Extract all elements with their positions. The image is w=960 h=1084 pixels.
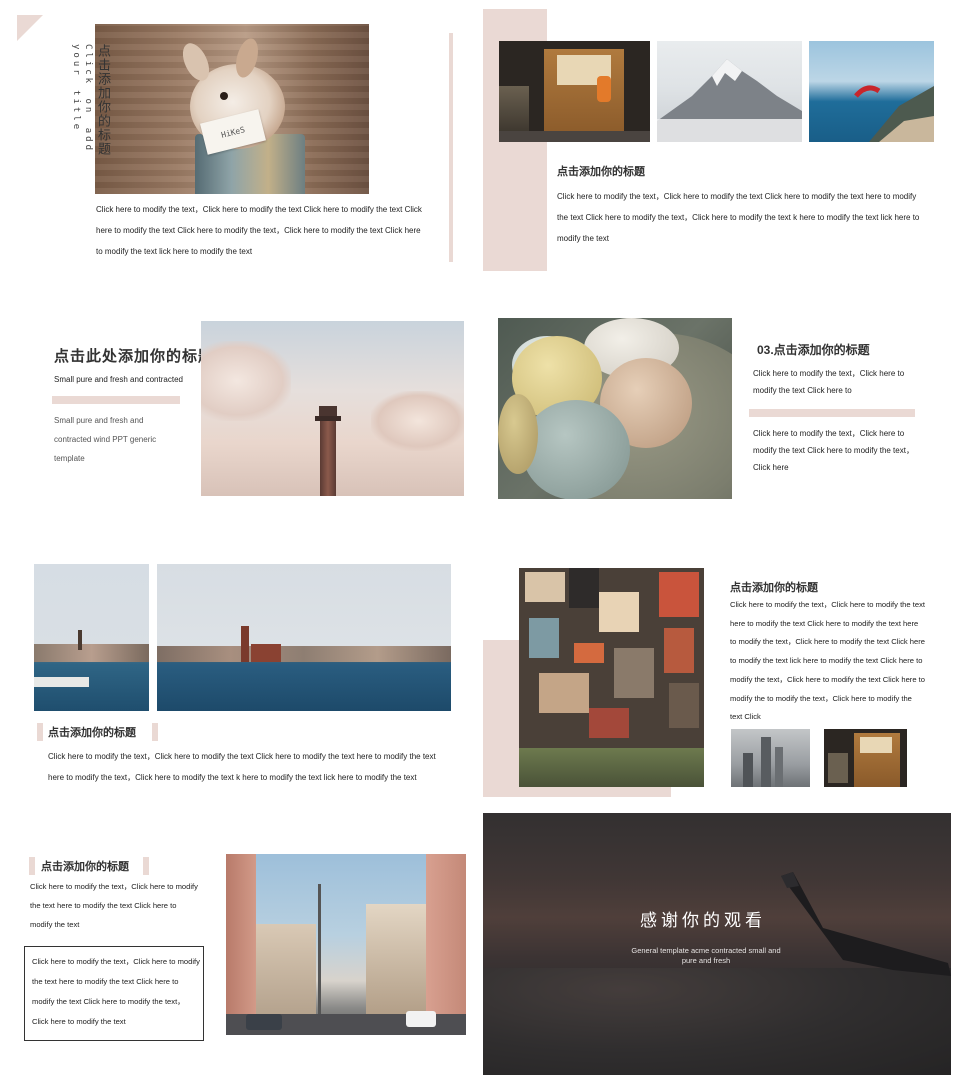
slide8-subtitle: General template acme contracted small a… (631, 946, 781, 965)
harbor-photo-right (157, 564, 451, 711)
city-skyline-photo (731, 729, 810, 787)
slide1-body: Click here to modify the text，Click here… (96, 205, 422, 256)
slide3-body: Small pure and fresh and contracted wind… (54, 416, 157, 463)
paraglider-photo (809, 41, 934, 142)
mountain-photo (657, 41, 802, 142)
slide7-title-bar-left (29, 857, 35, 875)
slide7-title: 点击添加你的标题 (41, 861, 129, 873)
slide5-body: Click here to modify the text，Click here… (48, 752, 436, 782)
slide5-title-bar-right (152, 723, 158, 741)
slide4-body-1: Click here to modify the text，Click here… (753, 369, 905, 395)
market-stall-thumb (824, 729, 907, 787)
slide1-title-vertical: 点击添加你的标题 (96, 44, 111, 156)
slide4-title: 03.点击添加你的标题 (757, 343, 870, 357)
market-stall-photo (499, 41, 650, 142)
slide6-title: 点击添加你的标题 (730, 582, 818, 594)
slide3-accent-bar (52, 396, 180, 404)
harbor-photo-left (34, 564, 149, 711)
rabbit-photo: HiKeS (95, 24, 369, 194)
slide3-title: 点击此处添加你的标题 (54, 348, 215, 365)
slide4-accent-bar (749, 409, 915, 417)
slide2-title: 点击添加你的标题 (557, 166, 645, 178)
street-photo (226, 854, 466, 1035)
lighthouse-photo (201, 321, 464, 496)
slide7-body-2: Click here to modify the text，Click here… (32, 957, 200, 1026)
slide4-body-2: Click here to modify the text，Click here… (753, 429, 914, 472)
corner-triangle (17, 15, 43, 41)
slide1-vertical-bar (449, 33, 453, 262)
card-text: HiKeS (220, 124, 246, 140)
slide3-subtitle: Small pure and fresh and contracted (54, 375, 183, 384)
slide1-subtitle-vertical: Click on add your title (71, 44, 93, 154)
graffiti-wall-photo (519, 568, 704, 787)
slide5-title-bar-left (37, 723, 43, 741)
eggs-photo (498, 318, 732, 499)
slide8-title: 感谢你的观看 (640, 911, 766, 930)
slide6-body: Click here to modify the text，Click here… (730, 600, 925, 722)
slide5-title: 点击添加你的标题 (48, 727, 136, 739)
slide2-body: Click here to modify the text，Click here… (557, 192, 920, 243)
slide7-body-1: Click here to modify the text，Click here… (30, 882, 198, 929)
slide7-title-bar-right (143, 857, 149, 875)
sky-airplane-photo (483, 813, 951, 1075)
